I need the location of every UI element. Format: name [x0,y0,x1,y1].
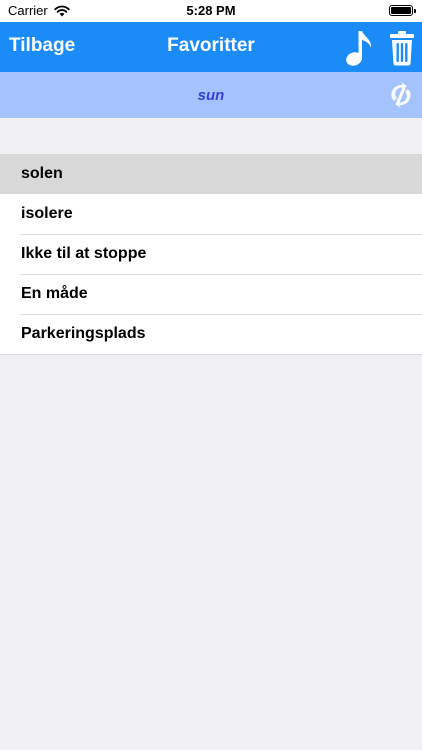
back-button[interactable]: Tilbage [9,35,75,57]
list-item[interactable]: isolere [0,194,422,234]
list-item-label: Parkeringsplads [21,325,146,342]
nav-bar: Tilbage Favoritter [0,22,422,72]
battery-level [391,7,411,14]
list-item-label: isolere [21,205,73,222]
list-item-label: Ikke til at stoppe [21,245,147,262]
trash-icon[interactable] [389,30,415,66]
translation-bar: sun [0,72,422,118]
music-note-icon[interactable] [344,28,374,68]
list-item[interactable]: Parkeringsplads [0,314,422,354]
favorites-list: solen isolere Ikke til at stoppe En måde Par… [0,154,422,355]
list-item[interactable]: Ikke til at stoppe [0,234,422,274]
status-bar: Carrier 5:28 PM [0,0,422,22]
swap-language-icon[interactable] [385,79,417,111]
list-item-label: solen [21,165,63,182]
list-item[interactable]: solen [0,154,422,194]
battery-icon [389,5,416,16]
list-item-label: En måde [21,285,88,302]
list-item[interactable]: En måde [0,274,422,314]
source-word: sun [197,87,225,104]
status-time: 5:28 PM [186,3,236,18]
